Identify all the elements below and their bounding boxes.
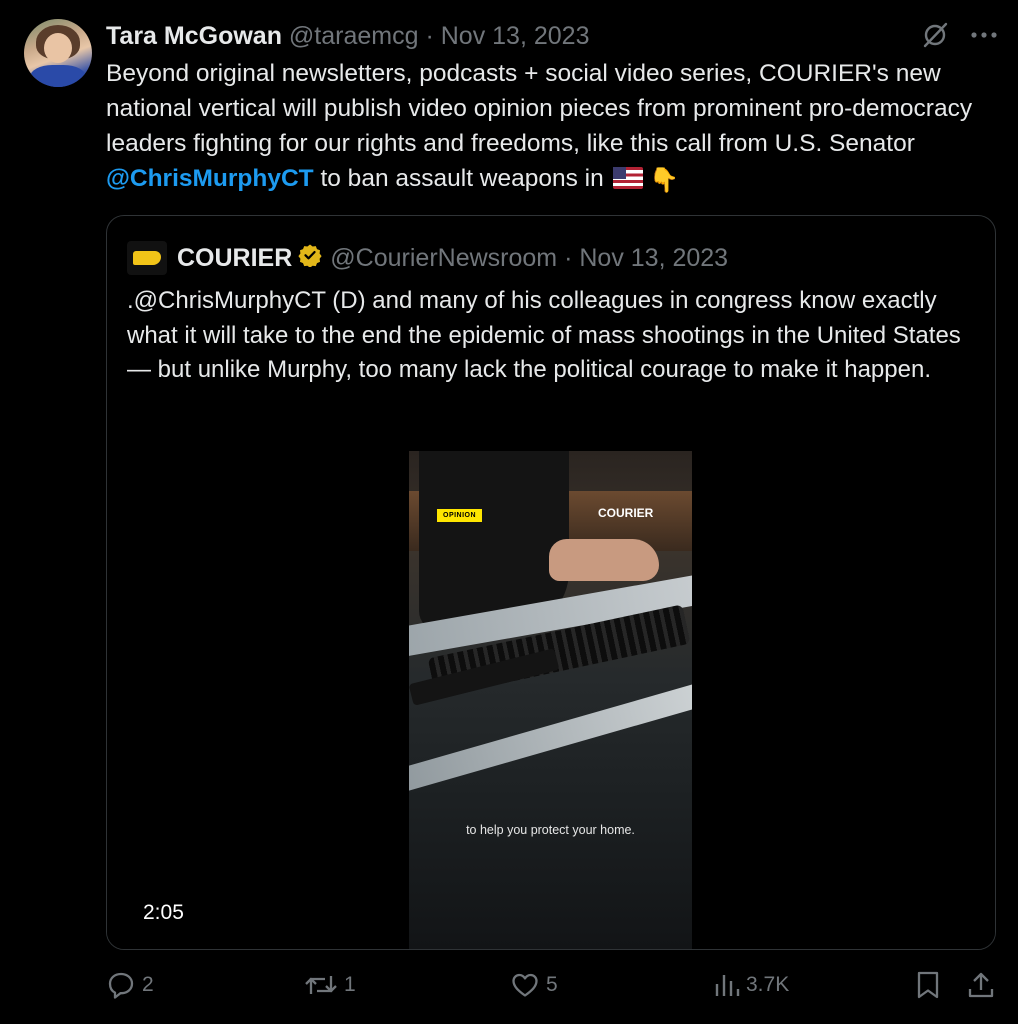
author-avatar[interactable] xyxy=(24,19,92,87)
video-caption: to help you protect your home. xyxy=(466,823,635,837)
more-icon[interactable] xyxy=(970,30,998,40)
repost-count: 1 xyxy=(344,973,356,996)
action-bar: 2 1 5 3.7K xyxy=(0,970,1018,1010)
views-icon xyxy=(714,970,740,1000)
us-flag-emoji xyxy=(612,167,643,189)
views-count: 3.7K xyxy=(746,973,790,996)
tweet-date[interactable]: Nov 13, 2023 xyxy=(441,22,590,50)
video-brand-label: COURIER xyxy=(598,506,654,520)
repost-button[interactable]: 1 xyxy=(304,970,356,1000)
video-duration: 2:05 xyxy=(143,901,184,924)
reply-count: 2 xyxy=(142,973,154,996)
pointing-down-emoji: 👇 xyxy=(649,167,680,194)
share-icon xyxy=(966,970,996,1000)
quote-separator: · xyxy=(564,243,573,272)
tweet-header: Tara McGowan @taraemcg · Nov 13, 2023 xyxy=(106,20,589,52)
tweet-text: Beyond original newsletters, podcasts + … xyxy=(106,56,986,198)
quote-date[interactable]: Nov 13, 2023 xyxy=(579,244,728,273)
views-button[interactable]: 3.7K xyxy=(714,970,789,1000)
tweet-text-part1: Beyond original newsletters, podcasts + … xyxy=(106,60,973,157)
quote-header: COURIER @CourierNewsroom · Nov 13, 2023 xyxy=(127,241,728,275)
grok-icon[interactable] xyxy=(920,20,950,50)
author-name[interactable]: Tara McGowan xyxy=(106,22,282,50)
opinion-label: OPINION xyxy=(437,509,483,522)
quote-author-avatar[interactable] xyxy=(127,241,167,275)
like-count: 5 xyxy=(546,973,558,996)
video-player[interactable]: OPINION COURIER to help you protect your… xyxy=(107,451,995,949)
separator: · xyxy=(425,22,434,50)
tweet-top-icons xyxy=(920,20,998,50)
reply-button[interactable]: 2 xyxy=(106,970,154,1000)
bookmark-icon xyxy=(914,970,942,1000)
mention-link[interactable]: @ChrisMurphyCT xyxy=(106,165,314,192)
reply-icon xyxy=(106,970,136,1000)
share-button[interactable] xyxy=(966,970,996,1000)
repost-icon xyxy=(304,970,338,1000)
video-frame: OPINION COURIER to help you protect your… xyxy=(409,451,692,949)
tweet-text-part2: to ban assault weapons in xyxy=(313,165,611,192)
quote-author-name[interactable]: COURIER xyxy=(177,244,292,273)
bookmark-button[interactable] xyxy=(914,970,942,1000)
verified-badge-icon xyxy=(298,243,322,274)
quoted-tweet[interactable]: COURIER @CourierNewsroom · Nov 13, 2023 … xyxy=(106,215,996,950)
quote-author-handle[interactable]: @CourierNewsroom xyxy=(330,244,557,273)
author-handle[interactable]: @taraemcg xyxy=(289,22,419,50)
like-icon xyxy=(510,970,540,1000)
quote-text: .@ChrisMurphyCT (D) and many of his coll… xyxy=(127,287,961,383)
like-button[interactable]: 5 xyxy=(510,970,558,1000)
